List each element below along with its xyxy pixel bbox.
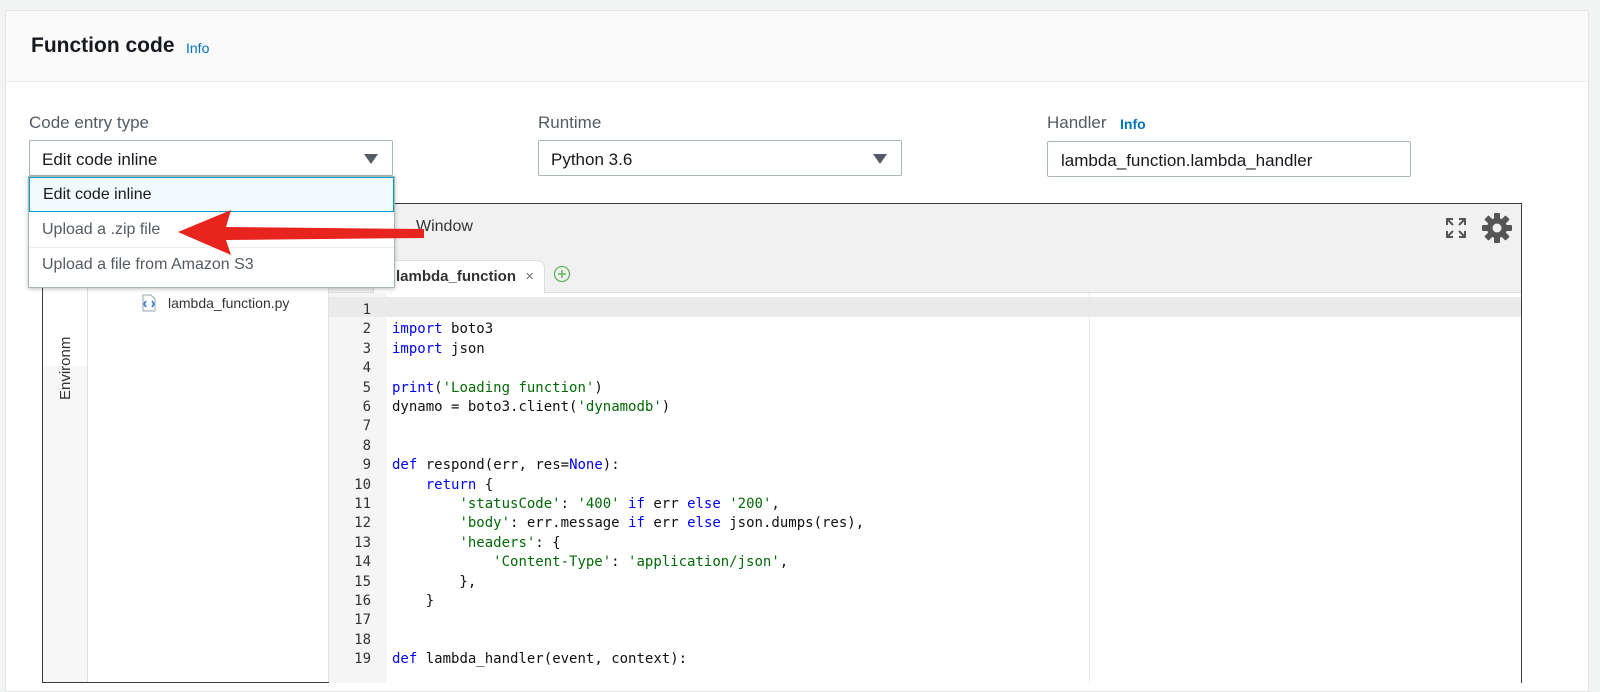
runtime-select[interactable]: Python 3.6: [538, 140, 902, 176]
code-line: 8: [329, 437, 1521, 456]
chevron-down-icon: [873, 154, 887, 164]
code-line: 4: [329, 359, 1521, 378]
handler-info-link[interactable]: Info: [1120, 116, 1146, 132]
line-number: 4: [362, 360, 371, 377]
line-number: 2: [362, 321, 371, 338]
tree-file-item[interactable]: lambda_function.py: [140, 294, 289, 312]
line-number: 1: [362, 302, 371, 318]
code-line: 16 }: [329, 592, 1521, 611]
line-code: import boto3: [392, 321, 494, 338]
file-tree: lambda_function.py: [88, 252, 329, 682]
code-line: 18: [329, 631, 1521, 650]
gear-icon[interactable]: [1481, 212, 1513, 244]
line-number: 5: [362, 379, 371, 396]
line-number: 9: [362, 457, 371, 474]
close-icon[interactable]: ×: [525, 261, 534, 293]
environment-tab-label: Environm: [57, 336, 74, 400]
panel-title: Function code: [31, 34, 175, 57]
dropdown-option-edit-inline[interactable]: Edit code inline: [29, 177, 394, 212]
tab-label: lambda_function: [396, 268, 517, 285]
handler-input[interactable]: lambda_function.lambda_handler: [1047, 141, 1411, 177]
line-code: import json: [392, 340, 485, 357]
line-number: 7: [362, 418, 371, 435]
runtime-value: Python 3.6: [551, 150, 633, 169]
red-arrow-annotation: [178, 210, 424, 255]
title-info-link[interactable]: Info: [186, 40, 209, 56]
line-code: return {: [425, 476, 494, 493]
code-line: 9 def respond(err, res=None):: [329, 456, 1521, 475]
panel-header: Function code Info: [6, 11, 1588, 82]
code-line: 15 },: [329, 573, 1521, 592]
fullscreen-icon[interactable]: [1444, 216, 1468, 240]
code-line: 5 print('Loading function'): [329, 379, 1521, 398]
handler-label: Handler: [1047, 113, 1107, 132]
line-number: 10: [354, 476, 371, 493]
code-line: 13 'headers': {: [329, 534, 1521, 553]
line-code: def lambda_handler(event, context):: [392, 651, 688, 668]
code-line: 7: [329, 417, 1521, 436]
code-line: 10 return {: [329, 476, 1521, 495]
line-code: 'headers': {: [459, 534, 561, 551]
line-code: dynamo = boto3.client('dynamodb'): [392, 399, 671, 415]
line-number: 8: [362, 437, 371, 454]
code-editor[interactable]: 1 2 import boto3 3 import json 4 5 print('Loadi…: [329, 293, 1521, 683]
code-line: 14 'Content-Type': 'application/json',: [329, 553, 1521, 572]
python-file-icon: [142, 294, 156, 312]
code-line: 1: [329, 301, 1521, 320]
line-number: 15: [354, 573, 371, 590]
code-line: 19 def lambda_handler(event, context):: [329, 650, 1521, 669]
line-code: print('Loading function'): [392, 379, 603, 396]
code-line: 17: [329, 611, 1521, 630]
line-code: }: [392, 593, 435, 609]
line-code: 'statusCode': '400' if err else '200',: [459, 496, 780, 512]
code-line: 2 import boto3: [329, 320, 1521, 339]
runtime-label: Runtime: [538, 113, 602, 132]
code-line: 11 'statusCode': '400' if err else '200'…: [329, 495, 1521, 514]
code-line: 12 'body': err.message if err else json.…: [329, 514, 1521, 533]
line-number: 16: [354, 593, 371, 609]
add-tab-icon[interactable]: [553, 265, 571, 283]
line-number: 11: [354, 496, 371, 512]
line-code: 'Content-Type': 'application/json',: [493, 554, 789, 571]
line-code: 'body': err.message if err else json.dum…: [459, 515, 865, 532]
handler-value: lambda_function.lambda_handler: [1061, 151, 1313, 170]
line-number: 13: [354, 534, 371, 551]
line-number: 18: [354, 631, 371, 648]
code-entry-type-label: Code entry type: [29, 113, 150, 132]
chevron-down-icon: [364, 154, 378, 164]
line-number: 17: [354, 612, 371, 629]
line-number: 3: [362, 340, 371, 357]
editor-tabbar: lambda_function ×: [329, 252, 1521, 293]
line-number: 14: [354, 554, 371, 571]
tab-lambda-function[interactable]: lambda_function ×: [373, 260, 546, 293]
code-entry-type-value: Edit code inline: [42, 150, 158, 169]
line-number: 19: [354, 651, 371, 668]
line-code: },: [392, 573, 477, 590]
line-number: 12: [354, 515, 371, 532]
tree-file-name: lambda_function.py: [168, 295, 290, 311]
line-number: 6: [362, 399, 371, 415]
code-line: 3 import json: [329, 340, 1521, 359]
code-entry-type-select[interactable]: Edit code inline: [29, 140, 393, 176]
line-code: def respond(err, res=None):: [392, 457, 620, 474]
code-line: 6 dynamo = boto3.client('dynamodb'): [329, 398, 1521, 417]
